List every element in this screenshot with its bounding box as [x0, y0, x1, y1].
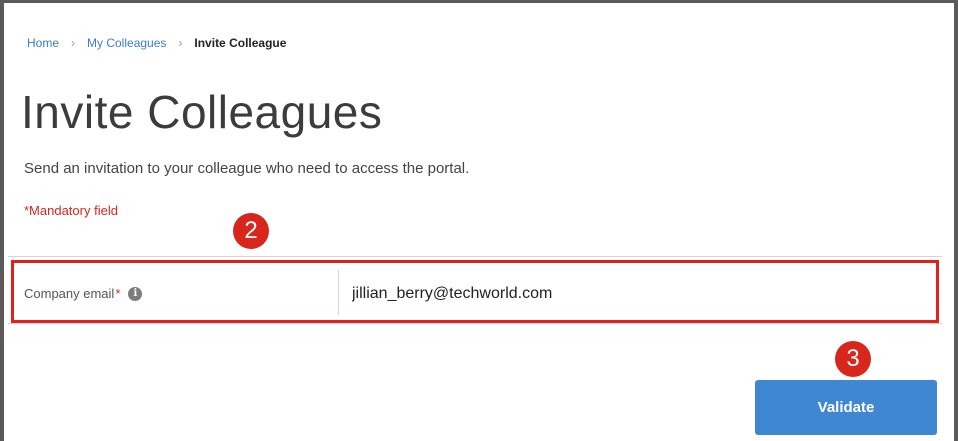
step-2-badge: 2 [233, 213, 269, 249]
company-email-input[interactable] [352, 280, 912, 308]
company-email-label-text: Company email [24, 286, 115, 301]
chevron-right-icon: › [178, 36, 183, 50]
page-title: Invite Colleagues [21, 86, 383, 138]
mandatory-field-note: *Mandatory field [24, 203, 118, 218]
app-frame: Home › My Colleagues › Invite Colleague … [0, 0, 958, 441]
field-divider [338, 270, 339, 315]
validate-button[interactable]: Validate [755, 380, 937, 435]
info-icon[interactable]: i [128, 286, 143, 301]
breadcrumb-home-link[interactable]: Home [27, 36, 59, 50]
company-email-label: Company email * i [24, 286, 143, 301]
chevron-right-icon: › [71, 36, 76, 50]
breadcrumb: Home › My Colleagues › Invite Colleague [27, 36, 286, 50]
breadcrumb-current: Invite Colleague [194, 36, 287, 50]
step-3-badge: 3 [835, 341, 871, 377]
required-marker: * [115, 286, 121, 301]
breadcrumb-my-colleagues-link[interactable]: My Colleagues [87, 36, 166, 50]
page-subtitle: Send an invitation to your colleague who… [24, 160, 470, 177]
